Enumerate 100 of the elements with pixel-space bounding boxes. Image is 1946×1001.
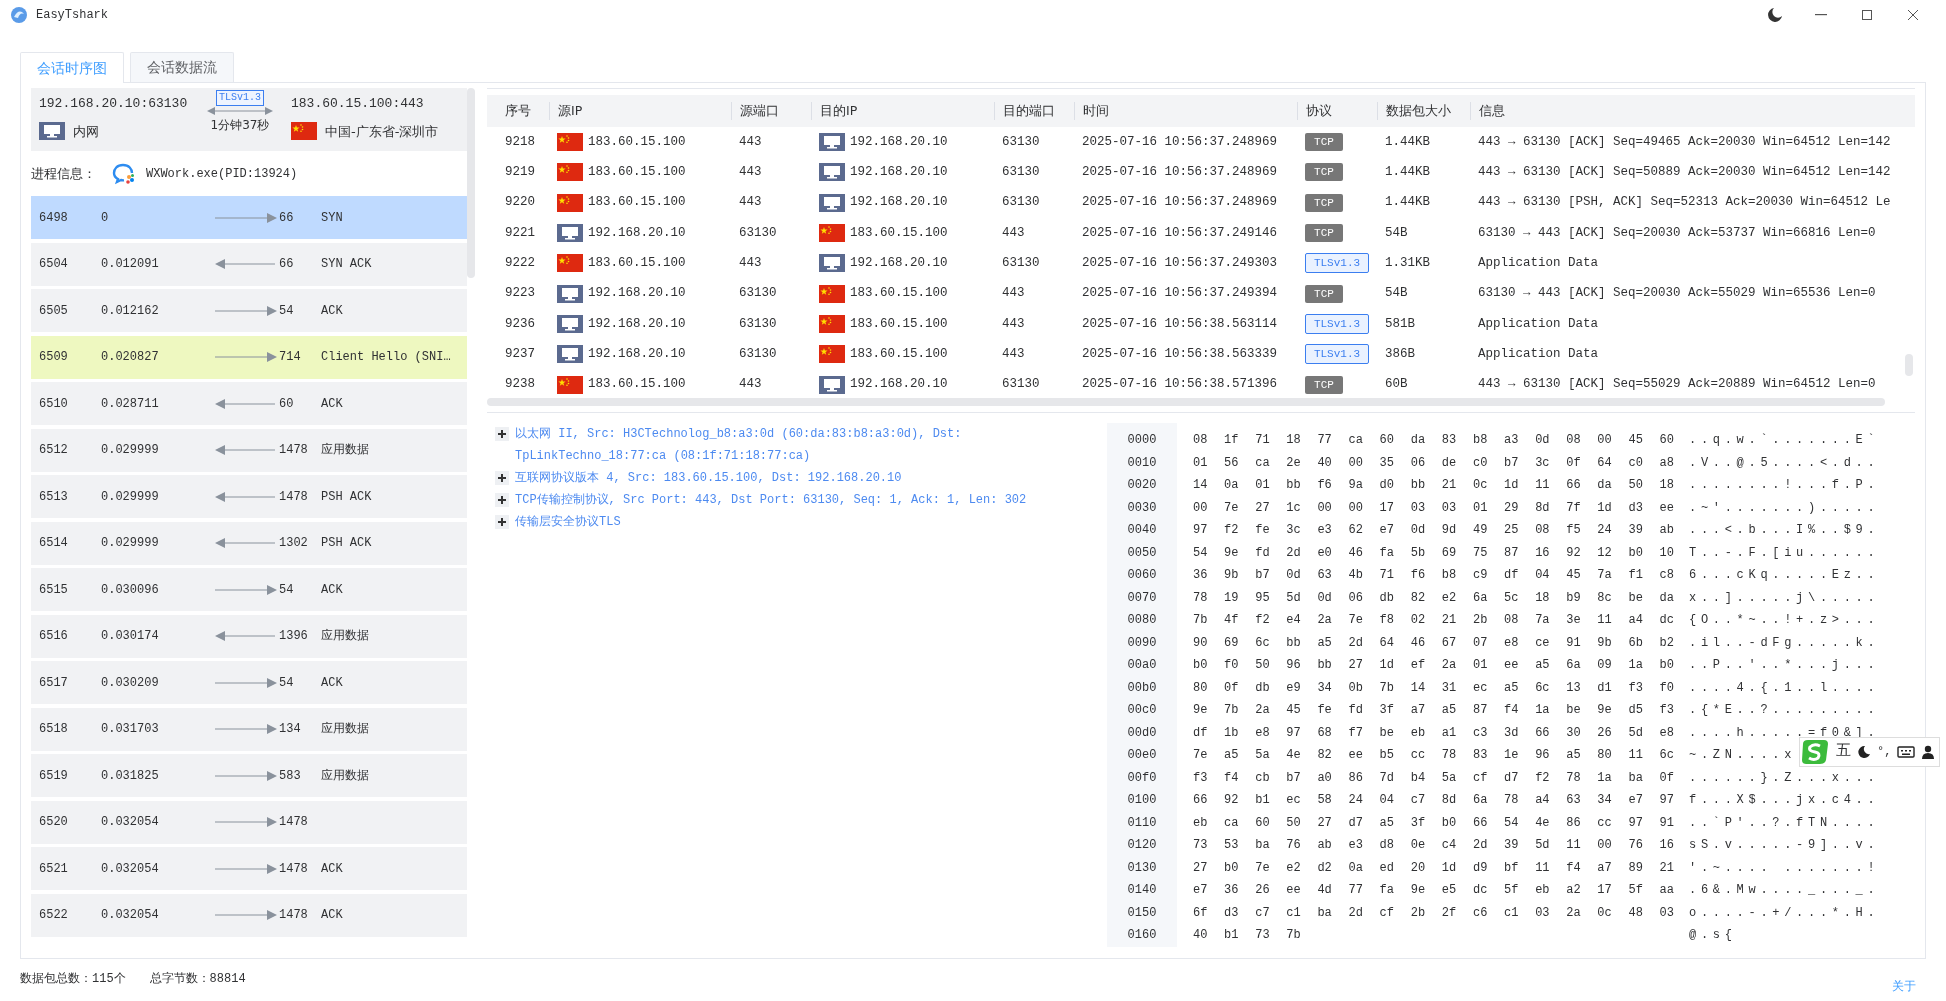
moon-icon[interactable] xyxy=(1857,745,1871,759)
expand-toggle[interactable] xyxy=(495,471,509,485)
timeline-row[interactable]: 6509 0.020827 714 Client Hello (SNI… xyxy=(31,335,467,379)
hex-bytes: 80 0f db e9 34 0b 7b 14 31 ec a5 6c 13 d1 f3 f0 xyxy=(1192,679,1675,697)
column-header[interactable]: 目的端口 xyxy=(994,102,1074,120)
table-cell-text: 54B xyxy=(1384,224,1409,242)
timeline-row[interactable]: 6504 0.012091 66 SYN ACK xyxy=(31,242,467,286)
ascii-text: .{*E..?......... xyxy=(1688,702,1880,719)
timeline-row[interactable]: 6516 0.030174 1396 应用数据 xyxy=(31,614,467,658)
keyboard-icon[interactable] xyxy=(1897,745,1916,759)
timeline-row[interactable]: 6512 0.029999 1478 应用数据 xyxy=(31,428,467,472)
timeline-row[interactable]: 6514 0.029999 1302 PSH ACK xyxy=(31,521,467,565)
packet-number: 6513 xyxy=(39,488,69,506)
packet-info: 应用数据 xyxy=(321,767,370,785)
table-cell-text: 183.60.15.100 xyxy=(588,376,686,394)
table-cell-text: 63130 xyxy=(1001,164,1041,182)
hex-offset: 0030 xyxy=(1126,499,1158,517)
table-cell-text: 183.60.15.100 xyxy=(588,194,686,212)
protocol-tree-item[interactable]: 传输层安全协议TLS xyxy=(515,511,621,533)
ascii-text: @.s{ xyxy=(1688,927,1737,944)
hex-bytes: 00 7e 27 1c 00 00 17 03 03 01 29 8d 7f 1d d3 ee xyxy=(1192,499,1675,517)
table-cell-text: 443 xyxy=(738,376,763,394)
expand-toggle[interactable] xyxy=(495,515,509,529)
timeline-row[interactable]: 6510 0.028711 60 ACK xyxy=(31,382,467,425)
packet-info: 应用数据 xyxy=(321,628,370,645)
punctuation-mode[interactable]: °, xyxy=(1877,743,1892,761)
protocol-badge: TLSv1.3 xyxy=(216,90,264,106)
protocol-tree-item[interactable]: 以太网 II, Src: H3CTechnolog_b8:a3:0d (60:da:83:b8:a3:0d), Dst: TpLinkTechno_18:77:ca (08:1f:71:18:77:ca) xyxy=(515,423,1099,467)
column-header[interactable]: 数据包大小 xyxy=(1377,102,1470,120)
timeline-row[interactable]: 6517 0.030209 54 ACK xyxy=(31,661,467,704)
table-cell-text: 63130 xyxy=(738,315,778,333)
ascii-text: x..].....j\..... xyxy=(1688,589,1880,607)
column-header[interactable]: 源IP xyxy=(549,102,731,120)
ascii-text: .il..-dFg.....k. xyxy=(1688,634,1880,652)
packet-size: 1396 xyxy=(279,628,309,645)
packet-time: 0.012091 xyxy=(101,256,160,273)
timeline-row[interactable]: 6498 0 66 SYN xyxy=(31,196,467,239)
table-cell-text: 1.31KB xyxy=(1384,254,1431,272)
table-cell-text: 9222 xyxy=(504,254,536,272)
table-cell-text: 63130 xyxy=(738,224,778,242)
packet-info: 应用数据 xyxy=(321,721,370,738)
column-header[interactable]: 时间 xyxy=(1074,102,1297,120)
table-cell-text: 9220 xyxy=(504,194,536,212)
packet-time: 0.030174 xyxy=(101,628,160,645)
hex-offset: 0010 xyxy=(1126,454,1158,472)
input-mode[interactable]: 五 xyxy=(1836,740,1851,764)
protocol-badge: TLSv1.3 xyxy=(1305,313,1369,334)
ascii-text: f...X$...jx.c4.. xyxy=(1688,792,1880,809)
ascii-text: ..`P'..?.fTN.... xyxy=(1688,814,1880,832)
ascii-text: '.~.... .......! xyxy=(1688,859,1880,877)
plus-icon xyxy=(498,518,506,526)
packet-size: 60 xyxy=(279,395,295,413)
timeline-row[interactable]: 6518 0.031703 134 应用数据 xyxy=(31,707,467,751)
table-cell-text: 2025-07-16 10:56:38.571396 xyxy=(1081,376,1279,394)
theme-toggle-icon xyxy=(1768,8,1782,22)
timeline-row[interactable]: 6521 0.032054 1478 ACK xyxy=(31,847,467,890)
packet-size: 1478 xyxy=(279,907,309,924)
table-cell-text: 9218 xyxy=(504,133,536,151)
expand-toggle[interactable] xyxy=(495,493,509,507)
ascii-text: ........!...f.P. xyxy=(1688,477,1880,494)
protocol-tree-item[interactable]: 互联网协议版本 4, Src: 183.60.15.100, Dst: 192.168.20.10 xyxy=(515,467,902,489)
tab[interactable]: 会话数据流 xyxy=(130,52,234,82)
column-header[interactable]: 信息 xyxy=(1470,102,1915,120)
packet-info: ACK xyxy=(321,907,344,924)
packet-time: 0.029999 xyxy=(101,442,160,459)
column-header[interactable]: 源端口 xyxy=(731,102,811,120)
table-cell-text: 2025-07-16 10:56:38.563114 xyxy=(1081,315,1279,333)
packet-time: 0.031703 xyxy=(101,721,160,738)
packet-number: 6510 xyxy=(39,395,69,413)
packet-size: 66 xyxy=(279,256,295,273)
table-cell-text: 63130 → 443 [ACK] Seq=20030 Ack=53737 Win=66816 Len=0 xyxy=(1477,224,1877,242)
timeline-row[interactable]: 6515 0.030096 54 ACK xyxy=(31,568,467,611)
table-cell-text: 1.44KB xyxy=(1384,164,1431,182)
packet-info: PSH ACK xyxy=(321,488,373,506)
timeline-row[interactable]: 6513 0.029999 1478 PSH ACK xyxy=(31,475,467,518)
ascii-text: ......}.Z...x... xyxy=(1688,769,1880,787)
hex-bytes: 7b 4f f2 e4 2a 7e f8 02 21 2b 08 7a 3e 11 a4 dc xyxy=(1192,612,1675,629)
packet-time: 0.032054 xyxy=(101,814,160,831)
window-title: EasyTshark xyxy=(36,7,108,24)
column-header[interactable]: 目的IP xyxy=(811,102,994,120)
expand-toggle[interactable] xyxy=(495,427,509,441)
process-name: WXWork.exe(PID:13924) xyxy=(146,165,298,183)
protocol-badge: TCP xyxy=(1305,375,1343,394)
packet-size: 1302 xyxy=(279,535,309,552)
user-icon[interactable] xyxy=(1921,745,1936,759)
timeline-row[interactable]: 6522 0.032054 1478 ACK xyxy=(31,893,467,937)
table-cell-text: 183.60.15.100 xyxy=(850,345,948,363)
protocol-tree-item[interactable]: TCP传输控制协议, Src Port: 443, Dst Port: 63130, Seq: 1, Ack: 1, Len: 302 xyxy=(515,489,1027,511)
table-cell-text: 63130 xyxy=(1001,254,1041,272)
table-cell-text: 443 xyxy=(738,254,763,272)
timeline-row[interactable]: 6519 0.031825 583 应用数据 xyxy=(31,754,467,797)
hex-offset: 00a0 xyxy=(1126,657,1158,674)
timeline-row[interactable]: 6505 0.012162 54 ACK xyxy=(31,289,467,332)
timeline-row[interactable]: 6520 0.032054 1478 xyxy=(31,800,467,844)
column-header[interactable]: 协议 xyxy=(1297,102,1377,120)
hex-bytes: 97 f2 fe 3c e3 62 e7 0d 9d 49 25 08 f5 24 39 ab xyxy=(1192,522,1675,539)
column-header[interactable]: 序号 xyxy=(487,102,549,120)
hex-offset: 0000 xyxy=(1126,432,1158,449)
hex-bytes: 66 92 b1 ec 58 24 04 c7 8d 6a 78 a4 63 34 e7 97 xyxy=(1192,792,1675,809)
table-cell-text: 443 → 63130 [ACK] Seq=49465 Ack=20030 Win=64512 Len=142 xyxy=(1477,133,1892,151)
